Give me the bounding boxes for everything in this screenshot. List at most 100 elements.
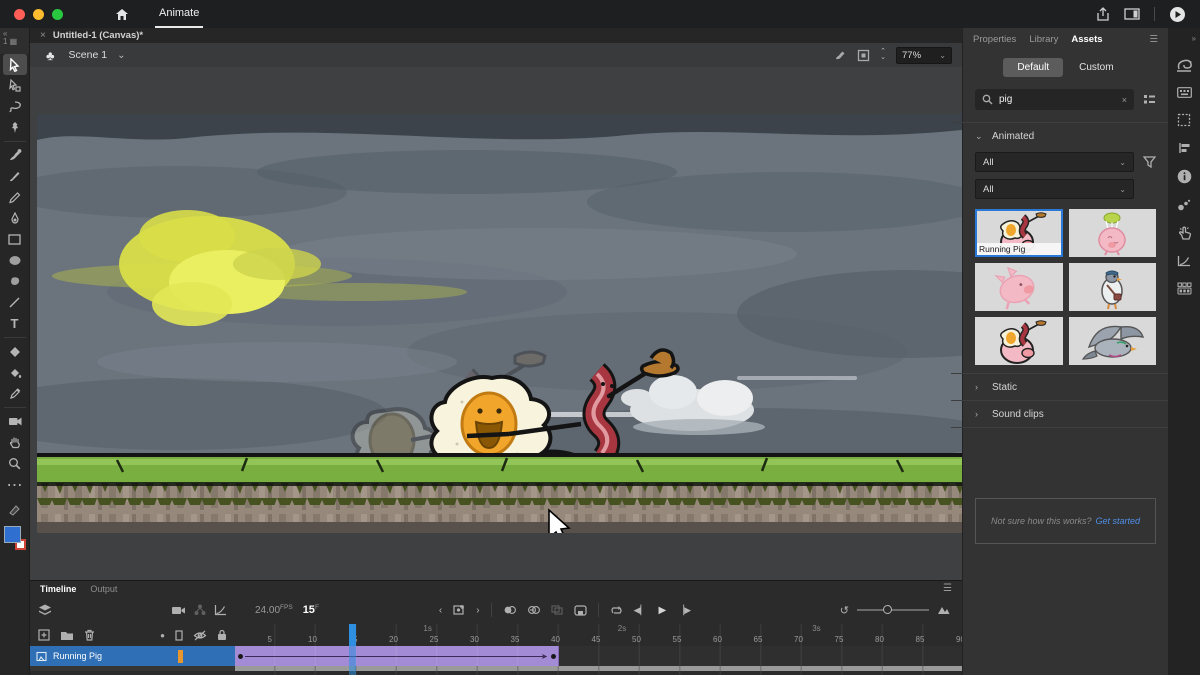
classic-brush-tool-icon[interactable] <box>3 166 27 187</box>
graph-editor-icon[interactable] <box>214 604 227 616</box>
collapsed-panel-toggle[interactable]: «1 ▦ <box>0 28 29 54</box>
list-view-icon[interactable] <box>1143 94 1156 106</box>
get-started-link[interactable]: Get started <box>1096 516 1141 526</box>
align-icon[interactable] <box>1178 142 1191 154</box>
paint-bucket-tool-icon[interactable] <box>3 362 27 383</box>
stroke-color-chip[interactable] <box>3 499 27 520</box>
document-tab[interactable]: Untitled-1 (Canvas)* <box>53 30 143 41</box>
tab-properties[interactable]: Properties <box>973 34 1016 45</box>
asset-warp-tool-icon[interactable] <box>3 117 27 138</box>
oval-tool-icon[interactable] <box>3 250 27 271</box>
clear-search-icon[interactable]: × <box>1122 95 1127 105</box>
pasteboard[interactable] <box>30 67 962 580</box>
brush-settings-icon[interactable] <box>1177 199 1191 211</box>
tab-assets[interactable]: Assets <box>1071 34 1102 45</box>
pencil-tool-icon[interactable] <box>3 187 27 208</box>
home-icon[interactable] <box>115 8 129 21</box>
insert-keyframe-icon[interactable] <box>453 604 465 616</box>
stage[interactable] <box>37 114 962 533</box>
close-window-button[interactable] <box>14 9 25 20</box>
transform-icon[interactable] <box>1177 113 1191 127</box>
keypad-icon[interactable] <box>1177 87 1192 98</box>
zoom-tool-icon[interactable] <box>3 453 27 474</box>
panel-menu-icon[interactable]: ☰ <box>1149 34 1158 45</box>
scene-chevron-down-icon[interactable]: ⌄ <box>117 50 125 61</box>
asset-thumb-flying-pigeon[interactable] <box>1069 317 1157 365</box>
next-keyframe-icon[interactable]: › <box>476 605 479 616</box>
tab-timeline[interactable]: Timeline <box>40 584 76 594</box>
layer-name-cell[interactable]: Running Pig <box>30 646 235 666</box>
hide-layers-icon[interactable] <box>193 630 207 641</box>
timeline-menu-icon[interactable]: ☰ <box>943 583 952 594</box>
eyedropper-tool-icon[interactable] <box>3 383 27 404</box>
edit-scene-icon[interactable]: ♣ <box>46 48 55 63</box>
fit-timeline-icon[interactable] <box>937 606 950 615</box>
more-tools-icon[interactable]: ⋯ <box>3 474 27 495</box>
playhead[interactable] <box>349 624 356 646</box>
hand-tool-icon[interactable] <box>3 432 27 453</box>
lasso-tool-icon[interactable] <box>3 96 27 117</box>
tab-output[interactable]: Output <box>90 584 117 594</box>
share-icon[interactable] <box>1096 7 1110 22</box>
onion-skin-outlines-icon[interactable] <box>527 605 540 615</box>
primitive-tool-icon[interactable] <box>3 271 27 292</box>
clip-content-icon[interactable] <box>857 49 870 62</box>
fluid-brush-tool-icon[interactable] <box>3 145 27 166</box>
pen-tool-icon[interactable] <box>3 208 27 229</box>
filter-icon[interactable] <box>1143 156 1156 168</box>
section-animated[interactable]: ⌄ Animated <box>975 123 1156 149</box>
edit-multiple-frames-icon[interactable] <box>551 605 563 615</box>
layers-icon[interactable] <box>38 604 52 617</box>
minimize-window-button[interactable] <box>33 9 44 20</box>
onion-skin-icon[interactable] <box>503 605 516 615</box>
timeline-zoom-slider[interactable] <box>857 609 929 611</box>
rectangle-tool-icon[interactable] <box>3 229 27 250</box>
components-icon[interactable] <box>1177 282 1192 295</box>
asset-thumb-parachute-pig[interactable] <box>1069 209 1157 257</box>
eraser-tool-icon[interactable] <box>3 341 27 362</box>
layer-parenting-icon[interactable] <box>194 604 206 616</box>
workspace-icon[interactable] <box>1124 8 1140 20</box>
custom-mode-button[interactable]: Custom <box>1065 58 1127 77</box>
default-mode-button[interactable]: Default <box>1003 58 1063 77</box>
asset-thumb-jumping-pig[interactable] <box>975 263 1063 311</box>
text-tool-icon[interactable]: T <box>3 313 27 334</box>
section-static[interactable]: › Static <box>975 374 1156 400</box>
gesture-icon[interactable] <box>1178 226 1191 240</box>
zoom-window-button[interactable] <box>52 9 63 20</box>
add-camera-icon[interactable] <box>171 605 186 616</box>
subselection-tool-icon[interactable] <box>3 75 27 96</box>
lock-layers-icon[interactable] <box>217 629 227 641</box>
camera-tool-icon[interactable] <box>3 411 27 432</box>
collapse-panels-icon[interactable]: » <box>1192 34 1200 43</box>
new-layer-icon[interactable] <box>38 629 50 641</box>
selection-tool-icon[interactable] <box>3 54 27 75</box>
section-sound-clips[interactable]: › Sound clips <box>975 401 1156 427</box>
tab-library[interactable]: Library <box>1029 34 1058 45</box>
line-tool-icon[interactable] <box>3 292 27 313</box>
color-swatches[interactable] <box>4 526 26 550</box>
asset-thumb-standing-pigeon[interactable] <box>1069 263 1157 311</box>
asset-thumb-running-pig-2[interactable] <box>975 317 1063 365</box>
loop-icon[interactable] <box>610 605 623 616</box>
rotation-icon[interactable] <box>833 49 847 62</box>
fill-color-swatch[interactable] <box>4 526 21 543</box>
info-icon[interactable] <box>1177 169 1192 184</box>
frame-rate[interactable]: 24.00FPS 15F <box>235 604 319 616</box>
step-back-icon[interactable]: ◀▏ <box>634 605 648 616</box>
zoom-level-select[interactable]: 77%⌄ <box>896 47 952 64</box>
asset-thumb-running-pig[interactable]: Running Pig <box>975 209 1063 257</box>
delete-layer-icon[interactable] <box>84 629 95 641</box>
tab-animate[interactable]: Animate <box>155 0 203 28</box>
graph-icon[interactable] <box>1177 255 1191 267</box>
highlight-layers-dot-icon[interactable]: ● <box>160 631 165 640</box>
step-forward-icon[interactable]: ▕▶ <box>677 605 691 616</box>
reset-timeline-zoom-icon[interactable]: ↺ <box>840 604 849 617</box>
create-clip-icon[interactable] <box>574 605 587 616</box>
previous-keyframe-icon[interactable]: ‹ <box>439 605 442 616</box>
category-dropdown[interactable]: All⌄ <box>975 152 1134 172</box>
layer-outline-color[interactable] <box>178 650 183 663</box>
close-document-icon[interactable]: × <box>40 30 46 41</box>
asset-search-input[interactable]: pig × <box>975 89 1134 110</box>
play-icon[interactable]: ▶ <box>658 605 666 616</box>
